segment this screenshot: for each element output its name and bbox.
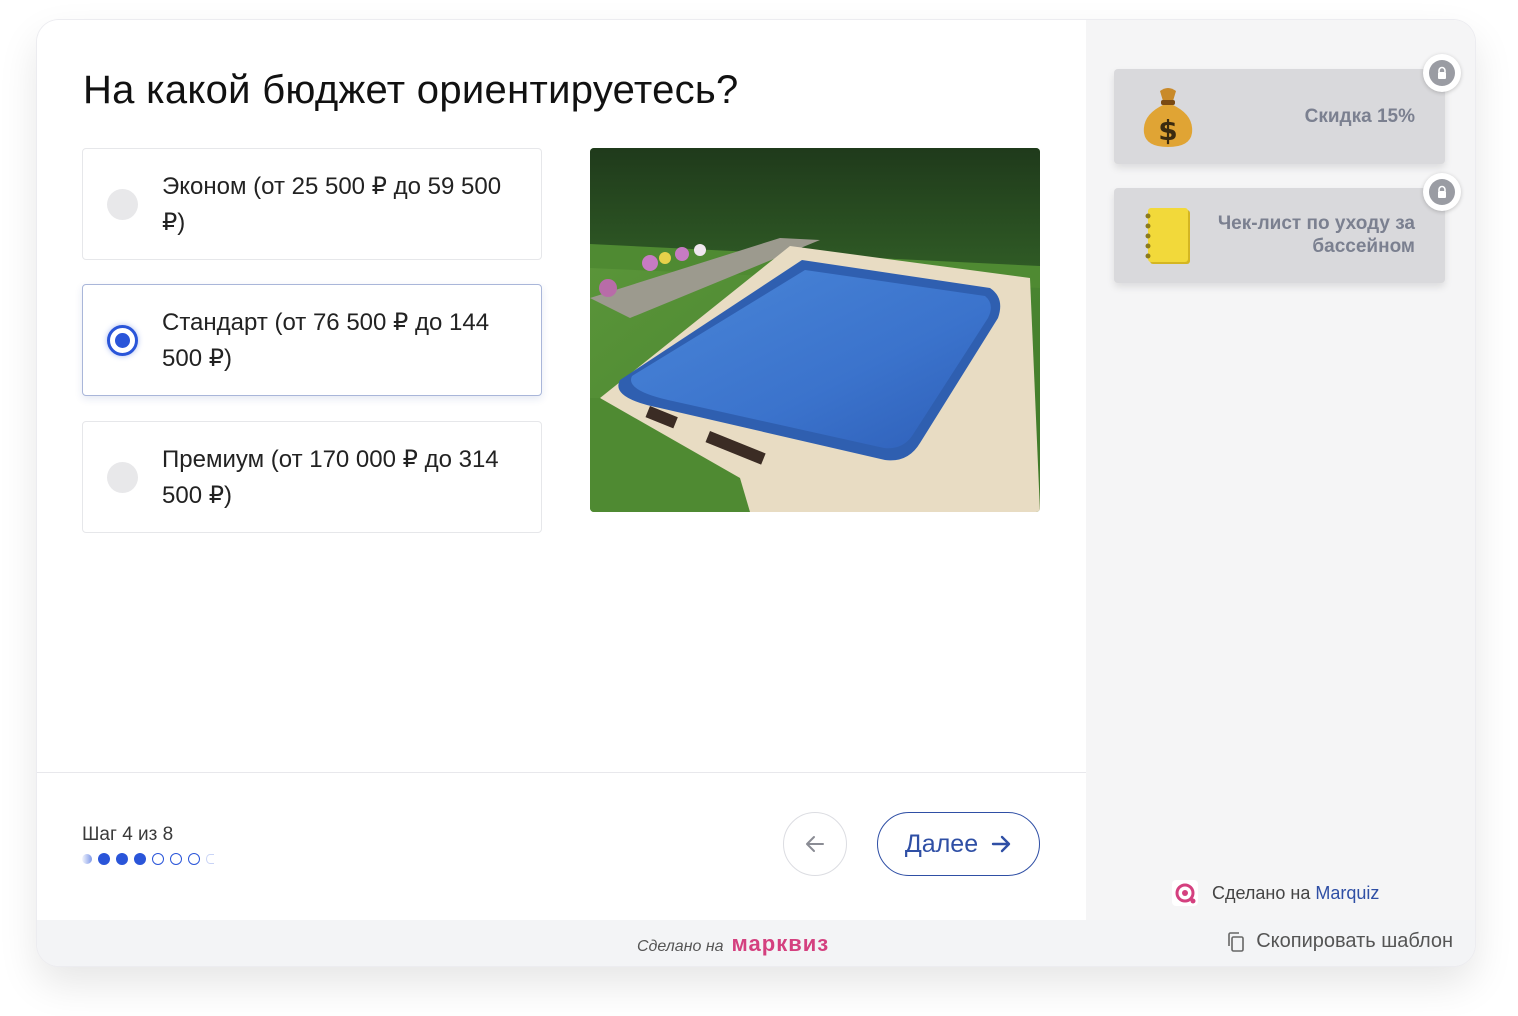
money-bag-icon: $ bbox=[1143, 88, 1193, 147]
lock-icon bbox=[1438, 66, 1446, 79]
lock-badge bbox=[1423, 54, 1461, 92]
progress-dot-pending bbox=[170, 853, 182, 865]
next-button-label: Далее bbox=[904, 829, 979, 858]
question-title: На какой бюджет ориентируетесь? bbox=[83, 68, 739, 112]
progress-dot-current bbox=[134, 853, 146, 865]
bonus-title: Скидка 15% bbox=[1304, 106, 1415, 127]
progress-dot-done bbox=[116, 853, 128, 865]
option-standard[interactable]: Стандарт (от 76 500 ₽ до 144 500 ₽) bbox=[82, 284, 542, 396]
bonus-discount: $ Скидка 15% bbox=[1114, 69, 1445, 164]
radio-button[interactable] bbox=[107, 189, 138, 220]
lock-badge bbox=[1423, 173, 1461, 211]
radio-button[interactable] bbox=[107, 462, 138, 493]
progress-dot-pending bbox=[188, 853, 200, 865]
notebook-icon bbox=[1145, 208, 1190, 264]
made-with-marquiz[interactable]: Сделано на Marquiz bbox=[1172, 880, 1379, 906]
made-with-text: Сделано на bbox=[637, 938, 724, 955]
step-counter: Шаг 4 из 8 bbox=[82, 824, 174, 845]
copy-icon bbox=[1228, 931, 1245, 952]
back-button[interactable] bbox=[783, 812, 847, 876]
radio-button-selected[interactable] bbox=[107, 325, 138, 356]
progress-dot-faded bbox=[82, 854, 92, 864]
bonus-sidebar: $ Скидка 15% Чек-лист по уходу за бассей… bbox=[1086, 20, 1475, 920]
progress-dots bbox=[82, 853, 214, 865]
option-label: Премиум (от 170 000 ₽ до 314 500 ₽) bbox=[162, 446, 499, 509]
option-label: Эконом (от 25 500 ₽ до 59 500 ₽) bbox=[162, 173, 502, 236]
lock-icon bbox=[1438, 185, 1446, 198]
quiz-card: На какой бюджет ориентируетесь? Эконом (… bbox=[37, 20, 1475, 966]
marquiz-link[interactable]: Marquiz bbox=[1315, 883, 1379, 903]
bottom-bar: Сделано на марквиз Скопировать шаблон bbox=[37, 920, 1475, 966]
svg-text:$: $ bbox=[1158, 114, 1177, 147]
progress-dot-pending bbox=[152, 853, 164, 865]
brand-logo: марквиз bbox=[731, 931, 830, 956]
progress-dot-done bbox=[98, 853, 110, 865]
option-econom[interactable]: Эконом (от 25 500 ₽ до 59 500 ₽) bbox=[82, 148, 542, 260]
marquiz-logo-icon bbox=[1172, 880, 1198, 906]
arrow-right-icon bbox=[991, 835, 1011, 853]
option-label: Стандарт (от 76 500 ₽ до 144 500 ₽) bbox=[162, 309, 490, 372]
bonus-title: Чек-лист по уходу за бассейном bbox=[1217, 213, 1415, 257]
arrow-left-icon bbox=[806, 836, 824, 852]
quiz-main-panel: На какой бюджет ориентируетесь? Эконом (… bbox=[37, 20, 1086, 920]
copy-template-label: Скопировать шаблон bbox=[1256, 930, 1453, 952]
bonus-checklist: Чек-лист по уходу за бассейном bbox=[1114, 188, 1445, 283]
option-premium[interactable]: Премиум (от 170 000 ₽ до 314 500 ₽) bbox=[82, 421, 542, 533]
progress-dot-faded bbox=[206, 854, 214, 864]
made-with-text: Сделано на bbox=[1212, 882, 1311, 903]
divider bbox=[37, 772, 1086, 773]
pool-image bbox=[590, 148, 1040, 512]
made-with-badge[interactable]: Сделано на марквиз bbox=[637, 931, 829, 957]
copy-template-button[interactable]: Скопировать шаблон bbox=[1226, 930, 1453, 953]
next-button[interactable]: Далее bbox=[877, 812, 1040, 876]
